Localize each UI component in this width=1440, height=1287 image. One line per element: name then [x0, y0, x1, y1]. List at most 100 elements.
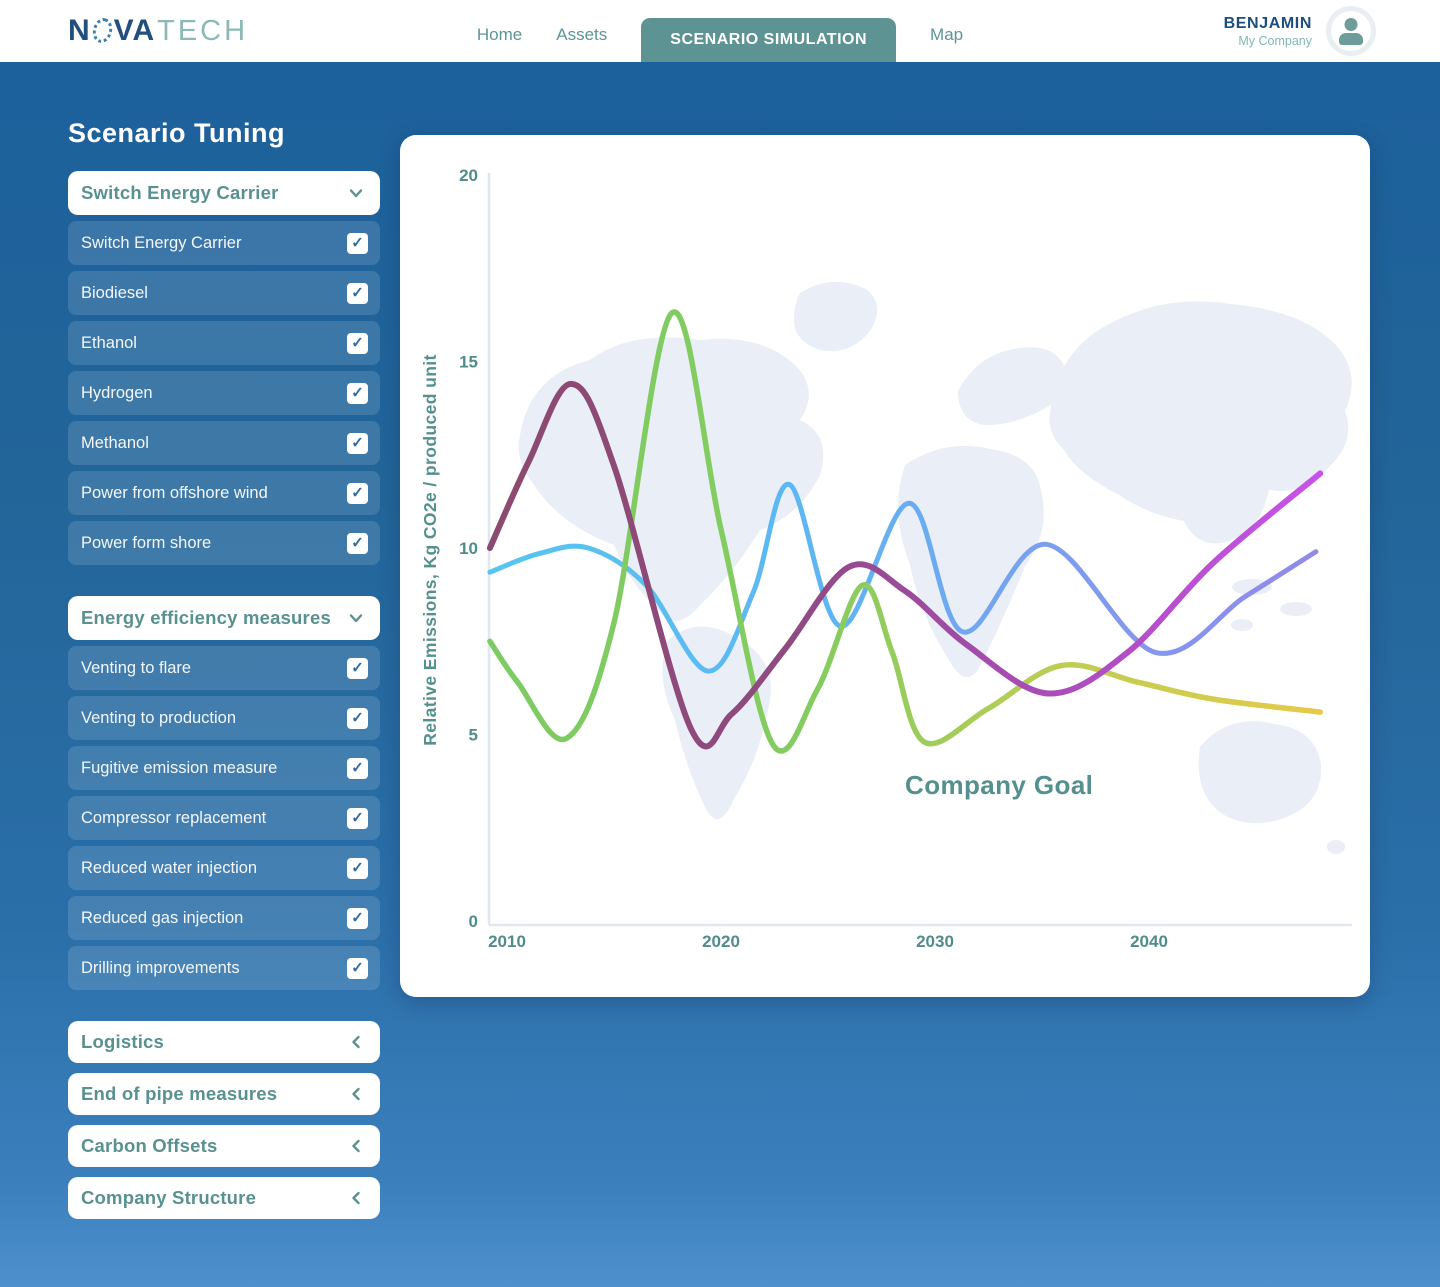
- sidebar-item-compressor-replacement[interactable]: Compressor replacement ✓: [68, 796, 380, 840]
- sidebar-item-venting-to-production[interactable]: Venting to production ✓: [68, 696, 380, 740]
- sidebar-item-power-from-offshore-wind[interactable]: Power from offshore wind ✓: [68, 471, 380, 515]
- chart-card: 0 5 10 15 20 2010 2020 2030 2040 Relative Emissi…: [400, 135, 1370, 997]
- checkmark-icon: ✓: [351, 809, 364, 826]
- y-tick-15: 15: [459, 353, 478, 372]
- sidebar-item-biodiesel[interactable]: Biodiesel ✓: [68, 271, 380, 315]
- section-label: End of pipe measures: [81, 1083, 278, 1104]
- checkbox[interactable]: ✓: [347, 857, 368, 879]
- y-tick-5: 5: [469, 726, 478, 745]
- checkmark-icon: ✓: [351, 859, 364, 876]
- checkbox[interactable]: ✓: [347, 957, 368, 979]
- chevron-left-icon: [346, 1188, 366, 1208]
- section-label: Company Structure: [81, 1187, 257, 1208]
- item-label: Power form shore: [81, 533, 212, 552]
- checkmark-icon: ✓: [351, 234, 364, 251]
- nav-scenario-simulation[interactable]: SCENARIO SIMULATION: [641, 18, 897, 62]
- section-label: Logistics: [81, 1031, 165, 1052]
- user-menu[interactable]: BENJAMIN My Company: [1224, 0, 1371, 62]
- person-icon-body: [1339, 33, 1363, 45]
- sidebar: Scenario Tuning Switch Energy Carrier Swi…: [68, 118, 380, 1229]
- item-label: Ethanol: [81, 333, 137, 352]
- sidebar-item-reduced-gas-injection[interactable]: Reduced gas injection ✓: [68, 896, 380, 940]
- sidebar-item-ethanol[interactable]: Ethanol ✓: [68, 321, 380, 365]
- section-header-logistics[interactable]: Logistics: [68, 1021, 380, 1063]
- checkmark-icon: ✓: [351, 709, 364, 726]
- section-header-energy-efficiency-measures[interactable]: Energy efficiency measures: [68, 596, 380, 640]
- sidebar-item-hydrogen[interactable]: Hydrogen ✓: [68, 371, 380, 415]
- item-label: Reduced water injection: [81, 858, 258, 877]
- checkbox[interactable]: ✓: [347, 332, 368, 354]
- chevron-down-icon: [346, 608, 366, 628]
- checkmark-icon: ✓: [351, 534, 364, 551]
- item-label: Hydrogen: [81, 383, 153, 402]
- sidebar-item-switch-energy-carrier[interactable]: Switch Energy Carrier ✓: [68, 221, 380, 265]
- avatar[interactable]: [1331, 11, 1371, 51]
- user-name: BENJAMIN: [1223, 14, 1312, 32]
- section-label: Energy efficiency measures: [81, 607, 331, 628]
- item-label: Biodiesel: [81, 283, 148, 302]
- checkmark-icon: ✓: [351, 959, 364, 976]
- section-end-of-pipe-measures: End of pipe measures: [68, 1073, 380, 1115]
- emissions-chart: 0 5 10 15 20 2010 2020 2030 2040 Relative Emissi…: [420, 166, 1352, 951]
- sidebar-item-drilling-improvements[interactable]: Drilling improvements ✓: [68, 946, 380, 990]
- chevron-left-icon: [346, 1032, 366, 1052]
- x-tick-2010: 2010: [488, 932, 526, 951]
- logo-text-tech: TECH: [157, 14, 249, 47]
- novatech-logo[interactable]: N VA TECH: [68, 0, 248, 62]
- section-header-switch-energy-carrier[interactable]: Switch Energy Carrier: [68, 171, 380, 215]
- checkmark-icon: ✓: [351, 659, 364, 676]
- checkbox[interactable]: ✓: [347, 482, 368, 504]
- item-label: Fugitive emission measure: [81, 758, 278, 777]
- checkbox[interactable]: ✓: [347, 282, 368, 304]
- chevron-left-icon: [346, 1084, 366, 1104]
- item-label: Power from offshore wind: [81, 483, 268, 502]
- section-energy-efficiency-measures: Energy efficiency measures Venting to fla…: [68, 596, 380, 990]
- checkmark-icon: ✓: [351, 334, 364, 351]
- item-label: Methanol: [81, 433, 149, 452]
- section-logistics: Logistics: [68, 1021, 380, 1063]
- checkbox[interactable]: ✓: [347, 807, 368, 829]
- y-tick-10: 10: [459, 539, 478, 558]
- checkbox[interactable]: ✓: [347, 757, 368, 779]
- sidebar-sections: Switch Energy Carrier Switch Energy Carri…: [68, 171, 380, 1219]
- chevron-left-icon: [346, 1136, 366, 1156]
- checkbox[interactable]: ✓: [347, 232, 368, 254]
- checkbox[interactable]: ✓: [347, 657, 368, 679]
- item-label: Reduced gas injection: [81, 908, 244, 927]
- logo-text-n: N: [68, 14, 91, 47]
- company-goal-label: Company Goal: [905, 770, 1093, 800]
- checkbox[interactable]: ✓: [347, 532, 368, 554]
- section-header-end-of-pipe-measures[interactable]: End of pipe measures: [68, 1073, 380, 1115]
- y-tick-0: 0: [469, 912, 478, 931]
- x-tick-2030: 2030: [916, 932, 954, 951]
- section-carbon-offsets: Carbon Offsets: [68, 1125, 380, 1167]
- sidebar-item-reduced-water-injection[interactable]: Reduced water injection ✓: [68, 846, 380, 890]
- checkmark-icon: ✓: [351, 759, 364, 776]
- section-header-carbon-offsets[interactable]: Carbon Offsets: [68, 1125, 380, 1167]
- nav-home[interactable]: Home: [477, 25, 522, 62]
- sidebar-item-venting-to-flare[interactable]: Venting to flare ✓: [68, 646, 380, 690]
- section-label: Switch Energy Carrier: [81, 182, 279, 203]
- main-nav: Home Assets SCENARIO SIMULATION Map: [440, 0, 1000, 62]
- checkmark-icon: ✓: [351, 284, 364, 301]
- nav-assets[interactable]: Assets: [556, 25, 607, 62]
- checkmark-icon: ✓: [351, 384, 364, 401]
- checkbox[interactable]: ✓: [347, 382, 368, 404]
- section-switch-energy-carrier: Switch Energy Carrier Switch Energy Carri…: [68, 171, 380, 565]
- sidebar-item-fugitive-emission-measure[interactable]: Fugitive emission measure ✓: [68, 746, 380, 790]
- y-axis-label: Relative Emissions, Kg CO2e / produced u…: [420, 354, 440, 746]
- checkbox[interactable]: ✓: [347, 907, 368, 929]
- y-tick-20: 20: [459, 166, 478, 185]
- checkmark-icon: ✓: [351, 909, 364, 926]
- sidebar-item-methanol[interactable]: Methanol ✓: [68, 421, 380, 465]
- item-label: Switch Energy Carrier: [81, 233, 242, 252]
- nav-map[interactable]: Map: [930, 25, 963, 62]
- section-header-company-structure[interactable]: Company Structure: [68, 1177, 380, 1219]
- checkbox[interactable]: ✓: [347, 707, 368, 729]
- checkbox[interactable]: ✓: [347, 432, 368, 454]
- item-label: Compressor replacement: [81, 808, 267, 827]
- sidebar-item-power-form-shore[interactable]: Power form shore ✓: [68, 521, 380, 565]
- page: N VA TECH Home Assets SCENARIO SIMULATION M…: [0, 0, 1440, 1287]
- chevron-down-icon: [346, 183, 366, 203]
- logo-dotted-o-icon: [89, 15, 115, 45]
